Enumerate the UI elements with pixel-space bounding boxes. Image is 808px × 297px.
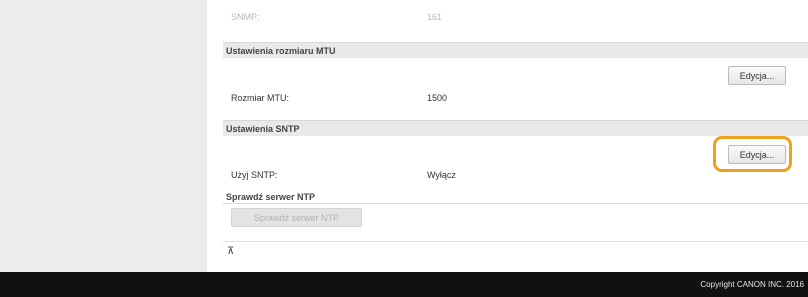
sntp-edit-button[interactable]: Edycja... <box>728 145 786 164</box>
snmp-label: SNMP: <box>231 12 260 22</box>
mtu-size-value: 1500 <box>427 93 448 103</box>
use-sntp-label: Użyj SNTP: <box>231 170 278 180</box>
divider <box>223 241 808 242</box>
snmp-value: 161 <box>427 12 443 22</box>
copyright-text: Copyright CANON INC. 2016 <box>700 280 804 289</box>
use-sntp-value: Wyłącz <box>427 170 456 180</box>
main-content: SNMP: 161 Ustawienia rozmiaru MTU Edycja… <box>223 0 808 272</box>
mtu-size-row: Rozmiar MTU: 1500 <box>231 93 447 103</box>
check-ntp-server-button[interactable]: Sprawdź serwer NTP <box>231 208 362 227</box>
back-to-top-icon[interactable]: ⊼ <box>227 246 234 257</box>
sntp-section-header: Ustawienia SNTP <box>223 120 808 136</box>
left-sidebar <box>0 0 207 272</box>
use-sntp-row: Użyj SNTP: Wyłącz <box>231 170 456 180</box>
ntp-check-header: Sprawdź serwer NTP <box>223 190 808 204</box>
mtu-size-label: Rozmiar MTU: <box>231 93 289 103</box>
footer: Copyright CANON INC. 2016 <box>0 272 808 297</box>
snmp-row: SNMP: 161 <box>231 12 442 22</box>
mtu-section-header: Ustawienia rozmiaru MTU <box>223 42 808 58</box>
mtu-edit-button[interactable]: Edycja... <box>728 66 786 85</box>
